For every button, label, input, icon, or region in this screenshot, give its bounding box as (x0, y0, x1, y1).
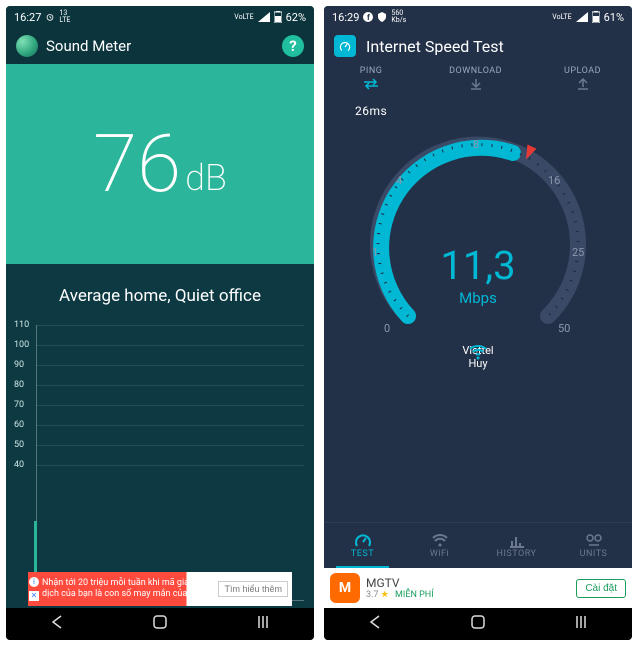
lte-badge-icon: 13LTE (59, 10, 70, 24)
status-battery: 61% (604, 11, 624, 24)
upload-value (564, 104, 601, 118)
phone-sound-meter: 16:27 13LTE VoLTE 62% Sound Meter ? 76 d… (6, 6, 314, 640)
sound-meter-app-icon (16, 35, 38, 57)
ad-info-icon[interactable]: i (29, 577, 39, 587)
tick-8: 8 (473, 138, 479, 151)
alarm-icon (45, 12, 55, 22)
ad-rating: 3.7 (366, 590, 379, 600)
speed-gauge: 0 1 4 8 16 25 50 11,3 Mbps Viettel Huy (324, 126, 632, 406)
tick-0: 0 (384, 322, 390, 335)
y-tick: 110 (14, 320, 29, 330)
wifi-icon (468, 344, 488, 360)
ad-title: MGTV (366, 576, 576, 590)
speed-test-app-icon (334, 35, 356, 57)
sound-meter-header: Sound Meter ? (6, 28, 314, 64)
speed-test-header: Internet Speed Test (324, 28, 632, 64)
units-tab-icon (585, 533, 603, 549)
tab-history-label: HISTORY (497, 549, 537, 559)
status-time: 16:27 (14, 11, 41, 24)
db-description: Average home, Quiet office (6, 286, 314, 306)
tab-test[interactable]: TEST (324, 523, 401, 568)
y-tick: 70 (14, 400, 24, 410)
android-nav-bar (324, 608, 632, 640)
speed-value: 11,3 (324, 242, 632, 289)
ad-banner[interactable]: i ✕ Nhận tới 20 triệu mỗi tuần khi mã gi… (28, 572, 292, 606)
recents-button[interactable] (573, 614, 589, 634)
ping-value: 26ms (355, 104, 387, 118)
y-tick: 40 (14, 460, 24, 470)
app-title: Sound Meter (46, 37, 282, 55)
ad-banner[interactable]: M MGTV 3.7 ★ MIỄN PHÍ Cài đặt (324, 568, 632, 608)
y-tick: 60 (14, 420, 24, 430)
tab-test-label: TEST (351, 549, 374, 559)
home-button[interactable] (470, 614, 486, 634)
lte-badge-icon: 560Kb/s (391, 10, 406, 24)
help-button[interactable]: ? (282, 35, 304, 57)
app-title: Internet Speed Test (366, 37, 504, 56)
wifi-info: Viettel Huy (324, 344, 632, 370)
signal-icon (576, 12, 588, 22)
status-bar: 16:29 f 560Kb/s VoLTE 61% (324, 6, 632, 28)
ad-cta-button[interactable]: Tìm hiểu thêm (218, 581, 288, 597)
y-tick: 90 (14, 360, 24, 370)
download-value (449, 104, 502, 118)
tick-16: 16 (548, 174, 560, 187)
android-nav-bar (6, 608, 314, 640)
ad-install-button[interactable]: Cài đặt (576, 579, 626, 598)
download-metric: DOWNLOAD (449, 66, 502, 118)
speed-unit: Mbps (324, 289, 632, 307)
recents-button[interactable] (255, 614, 271, 634)
ping-label: PING (355, 66, 387, 76)
tab-units-label: UNITS (580, 549, 608, 559)
y-tick: 80 (14, 380, 24, 390)
bottom-tabs: TEST WiFi HISTORY UNITS (324, 522, 632, 568)
tab-wifi-label: WiFi (430, 549, 449, 559)
metrics-row: PING 26ms DOWNLOAD UPLOAD (324, 64, 632, 122)
db-unit: dB (185, 157, 227, 199)
back-button[interactable] (367, 614, 383, 634)
status-time: 16:29 (332, 11, 359, 24)
ping-metric: PING 26ms (355, 66, 387, 118)
tab-wifi[interactable]: WiFi (401, 523, 478, 568)
status-battery: 62% (286, 11, 306, 24)
upload-metric: UPLOAD (564, 66, 601, 118)
tick-4: 4 (396, 174, 402, 187)
db-reading-panel: 76 dB (6, 64, 314, 264)
tab-units[interactable]: UNITS (555, 523, 632, 568)
download-icon (469, 78, 483, 90)
gauge-tab-icon (354, 533, 372, 549)
home-button[interactable] (152, 614, 168, 634)
download-label: DOWNLOAD (449, 66, 502, 76)
ad-line1: Nhận tới 20 triệu mỗi tuần khi mã giao (42, 578, 214, 589)
volte-icon: VoLTE (552, 14, 571, 21)
shield-icon (377, 12, 387, 22)
ad-free-label: MIỄN PHÍ (395, 590, 434, 600)
db-value: 76 (93, 117, 181, 211)
status-bar: 16:27 13LTE VoLTE 62% (6, 6, 314, 28)
wifi-tab-icon (431, 533, 449, 549)
battery-icon (274, 11, 282, 23)
tab-history[interactable]: HISTORY (478, 523, 555, 568)
ad-thumb-icon: M (330, 573, 360, 603)
tick-50: 50 (558, 322, 570, 335)
upload-icon (576, 78, 590, 90)
upload-label: UPLOAD (564, 66, 601, 76)
battery-icon (592, 11, 600, 23)
star-icon: ★ (381, 590, 389, 600)
back-button[interactable] (49, 614, 65, 634)
ad-close-icon[interactable]: ✕ (29, 591, 39, 601)
history-tab-icon (508, 533, 526, 549)
y-tick: 100 (14, 340, 29, 350)
y-tick: 50 (14, 440, 24, 450)
ad-line2: dịch của bạn là con số may mắn của... (42, 589, 214, 600)
volte-icon: VoLTE (234, 14, 253, 21)
phone-speed-test: 16:29 f 560Kb/s VoLTE 61% Internet Speed… (324, 6, 632, 640)
signal-icon (258, 12, 270, 22)
ping-icon (363, 78, 379, 90)
facebook-icon: f (363, 12, 373, 22)
